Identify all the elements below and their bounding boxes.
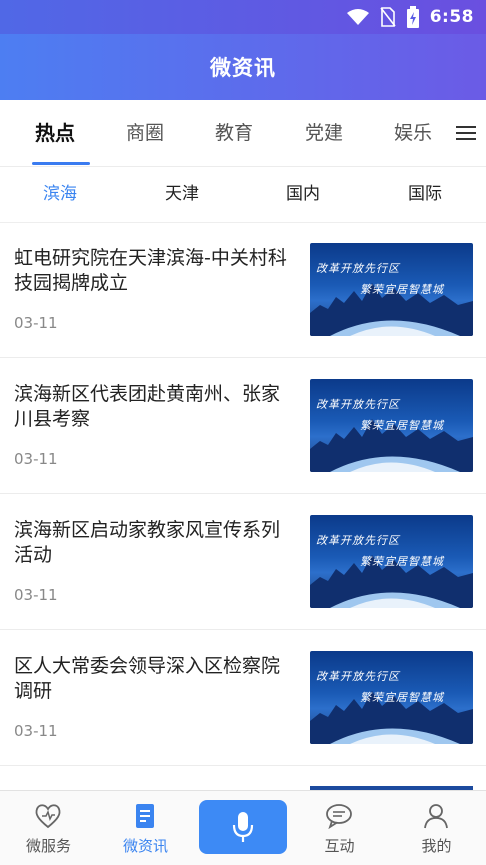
no-sim-icon xyxy=(380,7,396,27)
news-title: 区人大常委会领导深入区检察院调研 xyxy=(14,655,281,702)
news-thumbnail: 改革开放先行区 繁荣宜居智慧城 xyxy=(310,243,473,336)
thumb-caption-1: 改革开放先行区 xyxy=(316,534,400,547)
heart-icon xyxy=(35,804,61,829)
tab-education[interactable]: 教育 xyxy=(201,100,267,166)
nav-label: 互动 xyxy=(324,837,355,855)
news-date: 03-11 xyxy=(14,586,58,604)
news-thumbnail: 改革开放先行区 繁荣宜居智慧城 xyxy=(310,515,473,608)
voice-button[interactable] xyxy=(199,800,287,854)
subtab-tianjin[interactable]: 天津 xyxy=(142,167,222,222)
news-title: 虹电研究院在天津滨海-中关村科技园揭牌成立 xyxy=(14,247,287,294)
microphone-icon xyxy=(232,812,254,842)
status-time: 6:58 xyxy=(429,7,474,27)
news-list: 虹电研究院在天津滨海-中关村科技园揭牌成立 03-11 改革开放先行区 繁荣宜居… xyxy=(0,222,486,796)
app-header: 微资讯 xyxy=(0,34,486,100)
nav-micro-news[interactable]: 微资讯 xyxy=(97,791,194,865)
category-tabs: 热点 商圈 教育 党建 娱乐 xyxy=(0,100,486,167)
page-title: 微资讯 xyxy=(210,56,276,80)
user-icon xyxy=(424,804,448,829)
tab-business[interactable]: 商圈 xyxy=(112,100,178,166)
chat-icon xyxy=(326,804,352,829)
news-item[interactable]: 虹电研究院在天津滨海-中关村科技园揭牌成立 03-11 改革开放先行区 繁荣宜居… xyxy=(0,222,486,358)
thumb-caption-2: 繁荣宜居智慧城 xyxy=(360,691,444,704)
status-icons: 6:58 xyxy=(346,5,474,29)
active-tab-indicator xyxy=(32,162,90,165)
nav-micro-service[interactable]: 微服务 xyxy=(0,791,97,865)
news-title: 滨海新区启动家教家风宣传系列活动 xyxy=(14,519,281,566)
news-thumbnail: 改革开放先行区 繁荣宜居智慧城 xyxy=(310,651,473,744)
nav-mine[interactable]: 我的 xyxy=(388,791,485,865)
nav-label: 微资讯 xyxy=(122,837,168,855)
thumb-caption-1: 改革开放先行区 xyxy=(316,398,400,411)
thumb-caption-1: 改革开放先行区 xyxy=(316,262,400,275)
subtab-binhai[interactable]: 滨海 xyxy=(20,167,100,222)
news-item[interactable]: 区人大常委会领导深入区检察院调研 03-11 改革开放先行区 繁荣宜居智慧城 xyxy=(0,630,486,766)
nav-label: 我的 xyxy=(421,837,452,855)
menu-icon[interactable] xyxy=(456,122,476,144)
battery-charging-icon xyxy=(406,6,419,28)
status-bar: 6:58 xyxy=(0,0,486,34)
news-date: 03-11 xyxy=(14,314,58,332)
wifi-icon xyxy=(346,9,369,25)
tab-entertainment[interactable]: 娱乐 xyxy=(380,100,446,166)
thumb-caption-2: 繁荣宜居智慧城 xyxy=(360,419,444,432)
nav-interaction[interactable]: 互动 xyxy=(291,791,388,865)
region-tabs: 滨海 天津 国内 国际 xyxy=(0,167,486,223)
tab-party-building[interactable]: 党建 xyxy=(291,100,357,166)
thumb-caption-2: 繁荣宜居智慧城 xyxy=(360,555,444,568)
thumb-caption-1: 改革开放先行区 xyxy=(316,670,400,683)
news-item[interactable]: 滨海新区启动家教家风宣传系列活动 03-11 改革开放先行区 繁荣宜居智慧城 xyxy=(0,494,486,630)
news-thumbnail: 改革开放先行区 繁荣宜居智慧城 xyxy=(310,379,473,472)
news-date: 03-11 xyxy=(14,722,58,740)
document-icon xyxy=(136,804,154,828)
news-date: 03-11 xyxy=(14,450,58,468)
news-item[interactable]: 滨海新区代表团赴黄南州、张家川县考察 03-11 改革开放先行区 繁荣宜居智慧城 xyxy=(0,358,486,494)
tab-hot[interactable]: 热点 xyxy=(22,100,88,166)
subtab-international[interactable]: 国际 xyxy=(385,167,465,222)
news-title: 滨海新区代表团赴黄南州、张家川县考察 xyxy=(14,383,281,430)
nav-label: 微服务 xyxy=(25,837,71,855)
subtab-domestic[interactable]: 国内 xyxy=(263,167,343,222)
thumb-caption-2: 繁荣宜居智慧城 xyxy=(360,283,444,296)
